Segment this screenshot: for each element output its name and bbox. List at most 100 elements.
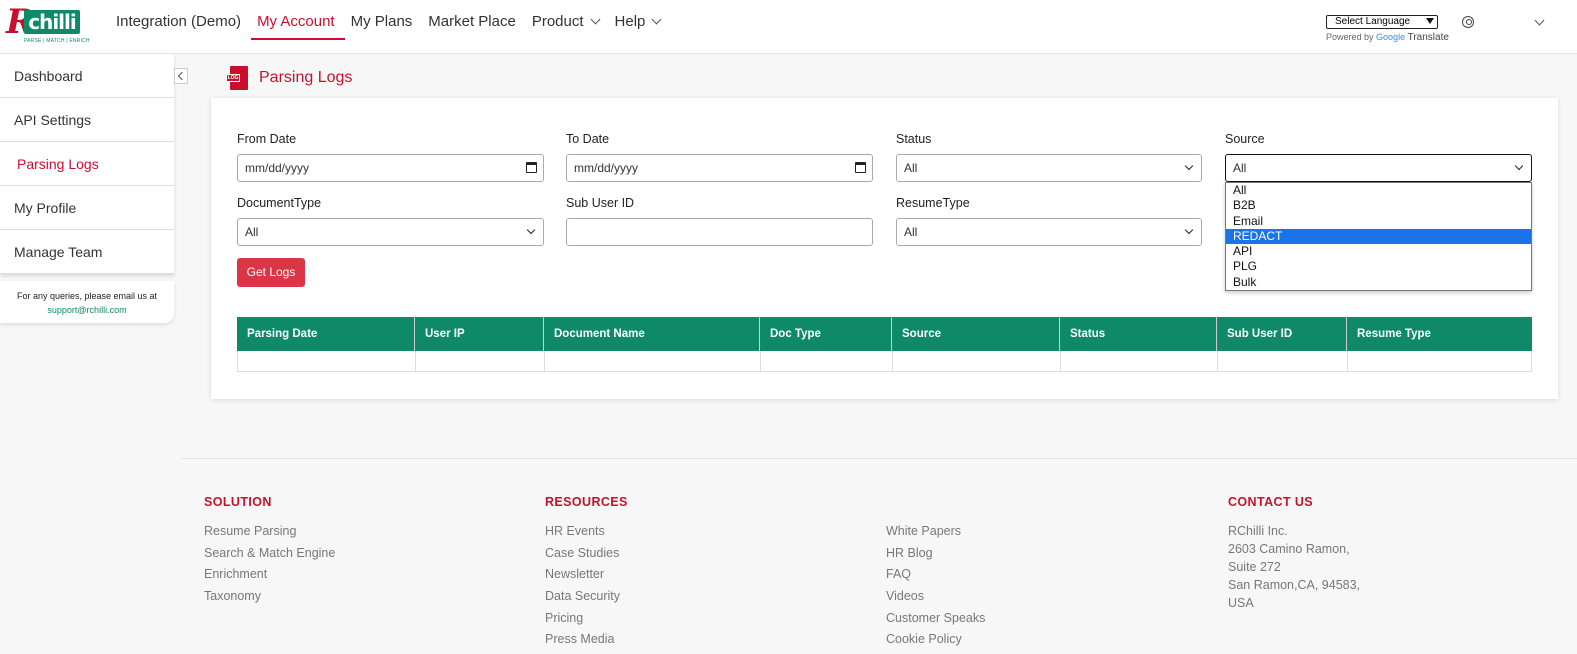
- footer: SOLUTION Resume Parsing Search & Match E…: [181, 458, 1577, 654]
- chevron-down-icon[interactable]: [1534, 15, 1545, 26]
- contact-address-line1: 2603 Camino Ramon,: [1228, 542, 1350, 556]
- chevron-down-icon: [590, 14, 600, 25]
- footer-link-videos[interactable]: Videos: [886, 589, 924, 603]
- powered-by-text: Powered by: [1326, 32, 1374, 42]
- calendar-icon[interactable]: [526, 162, 537, 173]
- source-select-value: All: [1233, 161, 1247, 175]
- footer-link-case-studies[interactable]: Case Studies: [545, 546, 619, 560]
- support-email-link[interactable]: support@rchilli.com: [0, 303, 174, 317]
- parsing-logs-icon: LOG: [226, 66, 250, 90]
- footer-link-enrichment[interactable]: Enrichment: [204, 567, 267, 581]
- source-option-redact[interactable]: REDACT: [1226, 228, 1531, 245]
- dropdown-arrow-icon: [1426, 18, 1434, 24]
- column-source[interactable]: Source: [892, 317, 1060, 351]
- column-status[interactable]: Status: [1060, 317, 1217, 351]
- support-query-box: For any queries, please email us at supp…: [0, 281, 174, 323]
- column-document-name[interactable]: Document Name: [544, 317, 760, 351]
- language-select[interactable]: Select Language: [1326, 15, 1438, 29]
- sidebar-item-my-profile[interactable]: My Profile: [0, 186, 174, 230]
- column-sub-user-id[interactable]: Sub User ID: [1217, 317, 1347, 351]
- footer-link-data-security[interactable]: Data Security: [545, 589, 620, 603]
- footer-link-press-media[interactable]: Press Media: [545, 632, 614, 646]
- to-date-placeholder: mm/dd/yyyy: [574, 161, 639, 175]
- column-resume-type[interactable]: Resume Type: [1347, 317, 1532, 351]
- calendar-icon[interactable]: [855, 162, 866, 173]
- from-date-input[interactable]: mm/dd/yyyy: [237, 154, 544, 182]
- source-select[interactable]: All: [1225, 154, 1532, 182]
- nav-product[interactable]: Product: [531, 0, 600, 54]
- footer-link-customer-speaks[interactable]: Customer Speaks: [886, 611, 985, 625]
- language-select-label: Select Language: [1335, 16, 1411, 27]
- contact-address-line4: USA: [1228, 596, 1254, 610]
- logs-table-empty-row: [237, 351, 1532, 372]
- footer-link-search-match[interactable]: Search & Match Engine: [204, 546, 335, 560]
- status-select[interactable]: All: [896, 154, 1202, 182]
- page-title: Parsing Logs: [259, 69, 353, 86]
- source-option-b2b[interactable]: B2B: [1226, 198, 1531, 213]
- nav-market-place[interactable]: Market Place: [428, 0, 516, 54]
- chevron-down-icon: [1184, 161, 1194, 171]
- nav-help-label: Help: [614, 13, 646, 30]
- from-date-placeholder: mm/dd/yyyy: [245, 161, 310, 175]
- column-user-ip[interactable]: User IP: [415, 317, 544, 351]
- contact-address-line2: Suite 272: [1228, 560, 1281, 574]
- contact-address-line3: San Ramon,CA, 94583,: [1228, 578, 1361, 592]
- logo-tagline: PARSE | MATCH | ENRICH: [24, 38, 90, 44]
- google-text: Google: [1376, 32, 1406, 42]
- table-cell: [238, 351, 416, 371]
- support-query-text: For any queries, please email us at: [16, 291, 158, 301]
- logs-table-header: Parsing Date User IP Document Name Doc T…: [237, 317, 1532, 351]
- user-account-icon[interactable]: [1462, 16, 1474, 28]
- footer-link-faq[interactable]: FAQ: [886, 567, 911, 581]
- footer-link-resume-parsing[interactable]: Resume Parsing: [204, 524, 296, 538]
- footer-link-newsletter[interactable]: Newsletter: [545, 567, 604, 581]
- sidebar-item-parsing-logs[interactable]: Parsing Logs: [0, 142, 174, 186]
- chevron-down-icon: [1514, 161, 1524, 171]
- footer-link-taxonomy[interactable]: Taxonomy: [204, 589, 261, 603]
- source-option-email[interactable]: Email: [1226, 214, 1531, 229]
- powered-by-google-translate: Powered by Google Translate: [1326, 32, 1449, 43]
- status-select-value: All: [904, 161, 918, 175]
- footer-link-white-papers[interactable]: White Papers: [886, 524, 961, 538]
- footer-link-hr-events[interactable]: HR Events: [545, 524, 605, 538]
- column-parsing-date[interactable]: Parsing Date: [237, 317, 415, 351]
- rchilli-logo[interactable]: R chilli PARSE | MATCH | ENRICH: [6, 2, 90, 48]
- get-logs-button[interactable]: Get Logs: [237, 258, 305, 287]
- nav-product-label: Product: [531, 13, 584, 30]
- sidebar-item-dashboard[interactable]: Dashboard: [0, 54, 174, 98]
- nav-my-account[interactable]: My Account: [251, 0, 345, 54]
- footer-resources-title: RESOURCES: [545, 495, 628, 509]
- resume-type-select[interactable]: All: [896, 218, 1202, 246]
- table-cell: [1218, 351, 1348, 371]
- chevron-down-icon: [526, 225, 536, 235]
- source-option-bulk[interactable]: Bulk: [1226, 275, 1531, 290]
- from-date-label: From Date: [237, 132, 297, 146]
- source-dropdown-list: All B2B Email REDACT API PLG Bulk: [1225, 182, 1532, 291]
- nav-integration-demo[interactable]: Integration (Demo): [116, 0, 241, 54]
- sidebar-item-api-settings[interactable]: API Settings: [0, 98, 174, 142]
- sidebar-collapse-button[interactable]: [174, 68, 188, 84]
- footer-contact-title: CONTACT US: [1228, 495, 1314, 509]
- sidebar-item-manage-team[interactable]: Manage Team: [0, 230, 174, 274]
- nav-my-plans[interactable]: My Plans: [351, 0, 413, 54]
- sub-user-id-input[interactable]: [566, 218, 873, 246]
- footer-link-hr-blog[interactable]: HR Blog: [886, 546, 933, 560]
- source-option-plg[interactable]: PLG: [1226, 259, 1531, 274]
- top-nav: Integration (Demo) My Account My Plans M…: [116, 0, 676, 54]
- document-type-select[interactable]: All: [237, 218, 544, 246]
- source-option-all[interactable]: All: [1226, 183, 1531, 198]
- to-date-input[interactable]: mm/dd/yyyy: [566, 154, 873, 182]
- source-option-api[interactable]: API: [1226, 244, 1531, 259]
- footer-link-pricing[interactable]: Pricing: [545, 611, 583, 625]
- nav-help[interactable]: Help: [614, 0, 662, 54]
- footer-solution-title: SOLUTION: [204, 495, 272, 509]
- table-cell: [761, 351, 893, 371]
- column-doc-type[interactable]: Doc Type: [760, 317, 892, 351]
- table-cell: [1348, 351, 1531, 371]
- table-cell: [893, 351, 1061, 371]
- top-header: R chilli PARSE | MATCH | ENRICH Integrat…: [0, 0, 1577, 54]
- footer-link-cookie-policy[interactable]: Cookie Policy: [886, 632, 962, 646]
- chevron-down-icon: [1184, 225, 1194, 235]
- table-cell: [1061, 351, 1218, 371]
- resume-type-value: All: [904, 225, 918, 239]
